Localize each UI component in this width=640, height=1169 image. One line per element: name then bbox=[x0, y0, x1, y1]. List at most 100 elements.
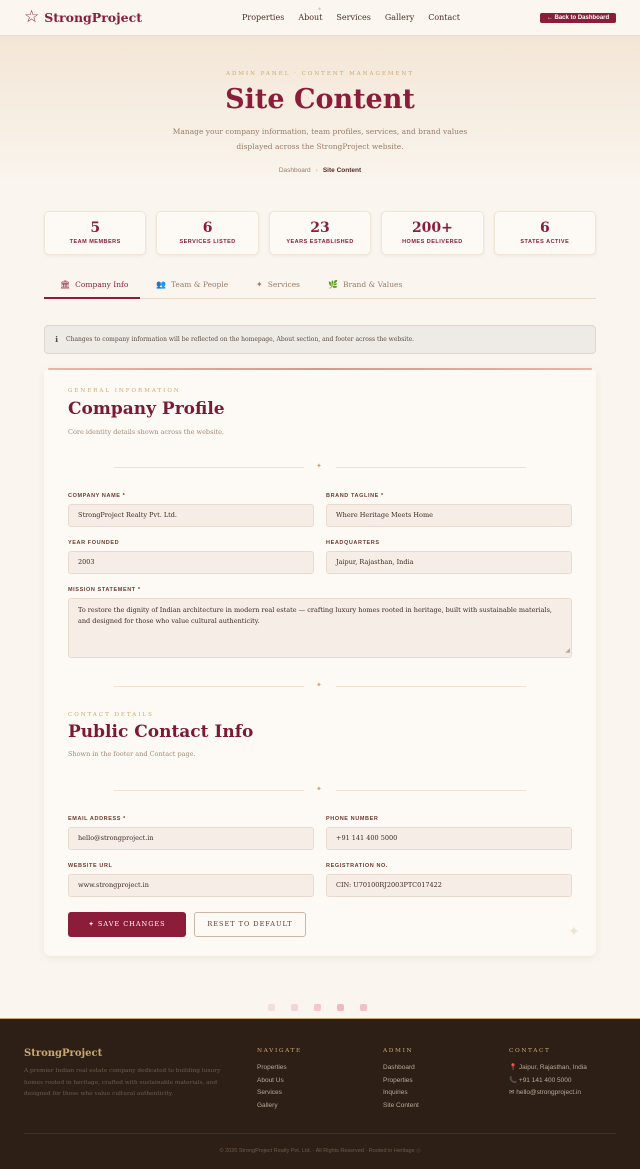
top-nav: ☆ StrongProject ✦ Properties About Servi… bbox=[0, 0, 640, 36]
footer-email[interactable]: ✉ hello@strongproject.in bbox=[509, 1087, 587, 1100]
tab-label: Company Info bbox=[75, 280, 129, 289]
nav-link-about[interactable]: About bbox=[298, 13, 322, 22]
info-notice: ℹ Changes to company information will be… bbox=[44, 325, 596, 354]
breadcrumb-dashboard-link[interactable]: Dashboard bbox=[279, 167, 311, 174]
stat-label: SERVICES LISTED bbox=[179, 239, 236, 245]
reset-to-default-button[interactable]: RESET TO DEFAULT bbox=[194, 912, 306, 937]
page-title: Site Content bbox=[225, 84, 415, 115]
tab-services[interactable]: ✦ Services bbox=[256, 280, 300, 289]
mission-label: MISSION STATEMENT * bbox=[68, 587, 141, 593]
breadcrumb: Dashboard › Site Content bbox=[0, 167, 640, 174]
tab-label: Team & People bbox=[170, 280, 229, 289]
breadcrumb-separator: › bbox=[315, 167, 318, 174]
decorative-dot bbox=[268, 1004, 275, 1011]
stat-label: HOMES DELIVERED bbox=[402, 239, 463, 245]
footer-description: A premier Indian real estate company ded… bbox=[24, 1068, 221, 1097]
stat-label: TEAM MEMBERS bbox=[69, 239, 121, 245]
footer-link[interactable]: Gallery bbox=[257, 1100, 302, 1113]
nav-link-properties[interactable]: Properties bbox=[242, 13, 284, 22]
section-divider: ✦ bbox=[114, 785, 526, 794]
website-label: WEBSITE URL bbox=[68, 863, 113, 869]
company-info-card: GENERAL INFORMATION Company Profile Core… bbox=[44, 368, 596, 956]
company-name-label: COMPANY NAME * bbox=[68, 493, 126, 499]
registration-input[interactable]: CIN: U70100RJ2003PTC017422 bbox=[326, 874, 572, 897]
footer-link[interactable]: Dashboard bbox=[383, 1062, 419, 1075]
contact-eyebrow: CONTACT DETAILS bbox=[68, 712, 154, 718]
star-logo-icon: ☆ bbox=[24, 7, 40, 27]
diamond-ornament-icon: ✦ bbox=[316, 462, 322, 470]
site-footer: StrongProject A premier Indian real esta… bbox=[0, 1018, 640, 1169]
footer-link[interactable]: About Us bbox=[257, 1075, 302, 1088]
tab-company-info[interactable]: 🏛 Company Info bbox=[60, 280, 128, 289]
stat-card-homes: 200+ HOMES DELIVERED bbox=[381, 211, 484, 255]
company-profile-title: Company Profile bbox=[68, 399, 225, 419]
footer-brand: StrongProject bbox=[24, 1048, 103, 1059]
nav-link-services[interactable]: Services bbox=[336, 13, 370, 22]
stat-value: 200+ bbox=[411, 220, 453, 236]
nav-link-gallery[interactable]: Gallery bbox=[385, 13, 414, 22]
footer-link[interactable]: Site Content bbox=[383, 1100, 419, 1113]
headquarters-label: HEADQUARTERS bbox=[326, 540, 380, 546]
mission-textarea[interactable]: To restore the dignity of Indian archite… bbox=[68, 598, 572, 658]
diamond-ornament-icon: ✦ bbox=[316, 681, 322, 689]
card-accent-line bbox=[48, 368, 592, 370]
website-input[interactable]: www.strongproject.in bbox=[68, 874, 314, 897]
footer-heading: ADMIN bbox=[383, 1048, 414, 1054]
decorative-dot bbox=[360, 1004, 367, 1011]
brand-name: StrongProject bbox=[44, 10, 142, 25]
decorative-dot bbox=[337, 1004, 344, 1011]
tab-team-people[interactable]: 👥 Team & People bbox=[156, 280, 228, 289]
corner-ornament-icon: ✦ bbox=[568, 924, 580, 940]
mission-text: To restore the dignity of Indian archite… bbox=[78, 606, 552, 625]
footer-heading: CONTACT bbox=[509, 1048, 551, 1054]
stat-card-team: 5 TEAM MEMBERS bbox=[44, 211, 147, 255]
nav-link-contact[interactable]: Contact bbox=[428, 13, 460, 22]
tab-label: Brand & Values bbox=[342, 280, 403, 289]
brand-logo[interactable]: ☆ StrongProject bbox=[24, 9, 142, 26]
back-to-dashboard-button[interactable]: ← Back to Dashboard bbox=[540, 13, 616, 23]
hero-description: Manage your company information, team pr… bbox=[172, 127, 468, 151]
hero-eyebrow: ADMIN PANEL · CONTENT MANAGEMENT bbox=[225, 71, 414, 77]
diamond-ornament-icon: ✦ bbox=[316, 785, 322, 793]
footer-link[interactable]: Services bbox=[257, 1087, 302, 1100]
email-input[interactable]: hello@strongproject.in bbox=[68, 827, 314, 850]
resize-handle-icon[interactable]: ◢ bbox=[565, 646, 570, 657]
tab-label: Services bbox=[267, 280, 300, 289]
phone-input[interactable]: +91 141 400 5000 bbox=[326, 827, 572, 850]
footer-location: 📍 Jaipur, Rajasthan, India bbox=[509, 1064, 587, 1071]
sparkle-icon: ✦ bbox=[256, 280, 263, 289]
footer-link[interactable]: Inquiries bbox=[383, 1087, 419, 1100]
tab-brand-values[interactable]: 🌿 Brand & Values bbox=[328, 280, 402, 289]
phone-label: PHONE NUMBER bbox=[326, 816, 379, 822]
save-changes-button[interactable]: ✦ SAVE CHANGES bbox=[68, 912, 186, 937]
stat-card-services: 6 SERVICES LISTED bbox=[156, 211, 259, 255]
notice-text: Changes to company information will be r… bbox=[66, 336, 415, 343]
footer-copyright: © 2026 StrongProject Realty Pvt. Ltd. · … bbox=[219, 1148, 421, 1154]
decorative-dots bbox=[268, 1004, 367, 1011]
stat-label: YEARS ESTABLISHED bbox=[286, 239, 354, 245]
general-eyebrow: GENERAL INFORMATION bbox=[68, 388, 181, 394]
section-divider: ✦ bbox=[114, 462, 526, 471]
footer-link[interactable]: Properties bbox=[383, 1075, 419, 1088]
decorative-dot bbox=[314, 1004, 321, 1011]
people-icon: 👥 bbox=[156, 280, 166, 289]
decorative-dot bbox=[291, 1004, 298, 1011]
stat-label: STATES ACTIVE bbox=[520, 239, 570, 245]
registration-label: REGISTRATION NO. bbox=[326, 863, 389, 869]
footer-link[interactable]: Properties bbox=[257, 1062, 302, 1075]
company-name-input[interactable]: StrongProject Realty Pvt. Ltd. bbox=[68, 504, 314, 527]
headquarters-input[interactable]: Jaipur, Rajasthan, India bbox=[326, 551, 572, 574]
nav-ornament-icon: ✦ bbox=[317, 6, 323, 13]
brand-tagline-input[interactable]: Where Heritage Meets Home bbox=[326, 504, 572, 527]
footer-divider bbox=[24, 1133, 616, 1134]
footer-contact-column: CONTACT 📍 Jaipur, Rajasthan, India 📞 +91… bbox=[509, 1048, 587, 1100]
nav-links: Properties About Services Gallery Contac… bbox=[242, 13, 474, 22]
stat-value: 6 bbox=[202, 220, 213, 236]
section-divider: ✦ bbox=[114, 681, 526, 690]
content-tabs: 🏛 Company Info 👥 Team & People ✦ Service… bbox=[44, 275, 596, 299]
footer-phone[interactable]: 📞 +91 141 400 5000 bbox=[509, 1075, 587, 1088]
year-founded-input[interactable]: 2003 bbox=[68, 551, 314, 574]
info-icon: ℹ bbox=[55, 335, 59, 344]
email-label: EMAIL ADDRESS * bbox=[68, 816, 126, 822]
brand-tagline-label: BRAND TAGLINE * bbox=[326, 493, 384, 499]
